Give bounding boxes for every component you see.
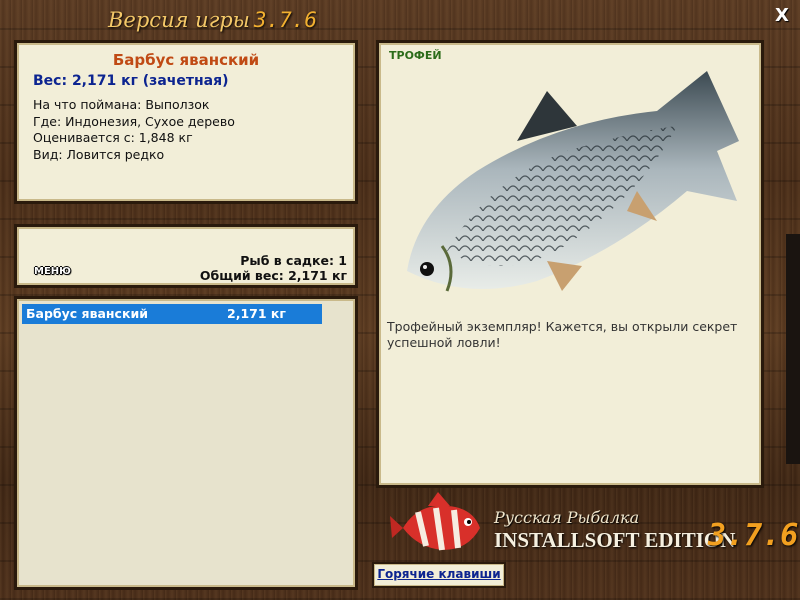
fish-details: На что поймана: Выползок Где: Индонезия,…	[33, 97, 235, 163]
fish-count: Рыб в садке: 1	[240, 253, 347, 268]
logo-line2: INSTALLSOFT EDITION	[494, 528, 736, 552]
fish-name: Барбус яванский	[112, 51, 260, 69]
keepnet-panel: Рыб в садке: 1 Общий вес: 2,171 кг	[14, 224, 358, 288]
title-text: Версия игры	[108, 8, 250, 32]
window-title: Версия игры 3.7.6	[108, 8, 317, 32]
fish-weight: Вес: 2,171 кг (зачетная)	[33, 73, 229, 89]
keepnet-summary: Рыб в садке: 1 Общий вес: 2,171 кг	[200, 253, 347, 283]
location-row: Где: Индонезия, Сухое дерево	[33, 113, 235, 129]
list-item-weight: 2,171 кг	[227, 306, 286, 321]
fish-photo-panel: ТРОФЕЙ Трофейный экземпляр! Кажется, вы …	[376, 40, 764, 488]
hotkeys-button[interactable]: Горячие клавиши	[372, 562, 506, 588]
bait-row: На что поймана: Выползок	[33, 97, 210, 112]
logo-version: 3.7.6	[708, 518, 799, 553]
min-weight-row: Оценивается с: 1,848 кг	[33, 130, 193, 145]
catch-list[interactable]: Барбус яванский 2,171 кг	[14, 296, 358, 590]
fish-logo-icon	[390, 492, 480, 551]
menu-button[interactable]: МЕНЮ	[34, 266, 71, 277]
fish-image	[407, 71, 739, 292]
species-rarity-row: Вид: Ловится редко	[33, 146, 165, 162]
list-item[interactable]: Барбус яванский 2,171 кг	[22, 304, 322, 324]
list-item-name: Барбус яванский	[26, 306, 148, 321]
fish-info-panel: Барбус яванский Вес: 2,171 кг (зачетная)…	[14, 40, 358, 204]
title-version: 3.7.6	[253, 8, 318, 32]
total-weight: Общий вес: 2,171 кг	[199, 268, 347, 283]
game-logo: Русская Рыбалка INSTALLSOFT EDITION 3.7.…	[388, 488, 800, 560]
logo-line1: Русская Рыбалка	[494, 508, 640, 527]
trophy-description: Трофейный экземпляр! Кажется, вы открыли…	[387, 319, 738, 350]
side-edge	[786, 234, 800, 464]
close-icon[interactable]: X	[772, 6, 792, 26]
